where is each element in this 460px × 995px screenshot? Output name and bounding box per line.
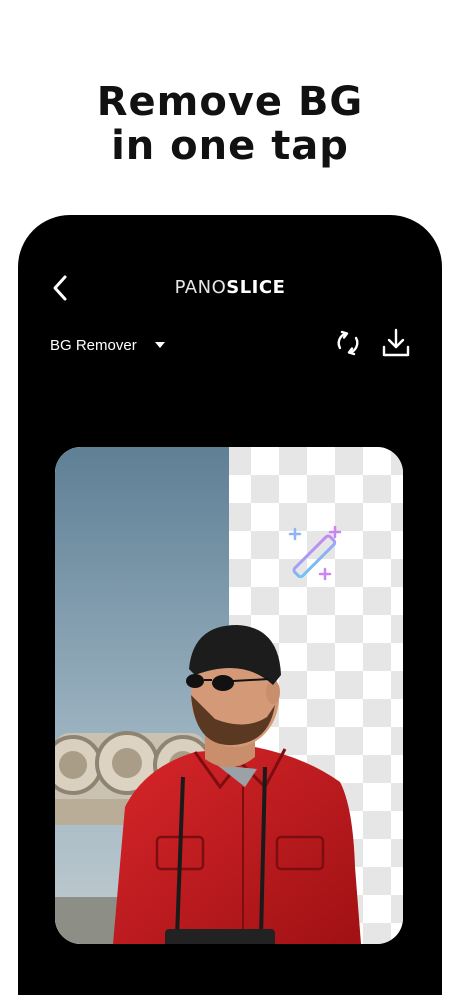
headline-line-2: in one tap [111, 123, 349, 169]
photo-preview-image [55, 447, 403, 944]
mode-dropdown[interactable]: BG Remover [50, 333, 165, 357]
download-icon [382, 328, 410, 357]
photo-preview[interactable] [55, 447, 403, 944]
reset-button[interactable] [332, 327, 364, 359]
phone-frame: PANOSLICE BG Remover [18, 215, 442, 995]
promo-screen: Remove BG in one tap PANOSLICE BG Remove… [0, 0, 460, 995]
promo-headline: Remove BG in one tap [0, 80, 460, 168]
app-title-light: PANO [174, 277, 227, 298]
refresh-icon [337, 330, 359, 356]
headline-line-1: Remove BG [96, 79, 364, 125]
magic-wand-icon [288, 525, 342, 581]
caret-down-icon [154, 342, 165, 348]
download-button[interactable] [380, 327, 412, 359]
mode-dropdown-label: BG Remover [50, 336, 137, 354]
app-title: PANOSLICE [18, 277, 442, 298]
app-title-bold: SLICE [226, 277, 286, 298]
